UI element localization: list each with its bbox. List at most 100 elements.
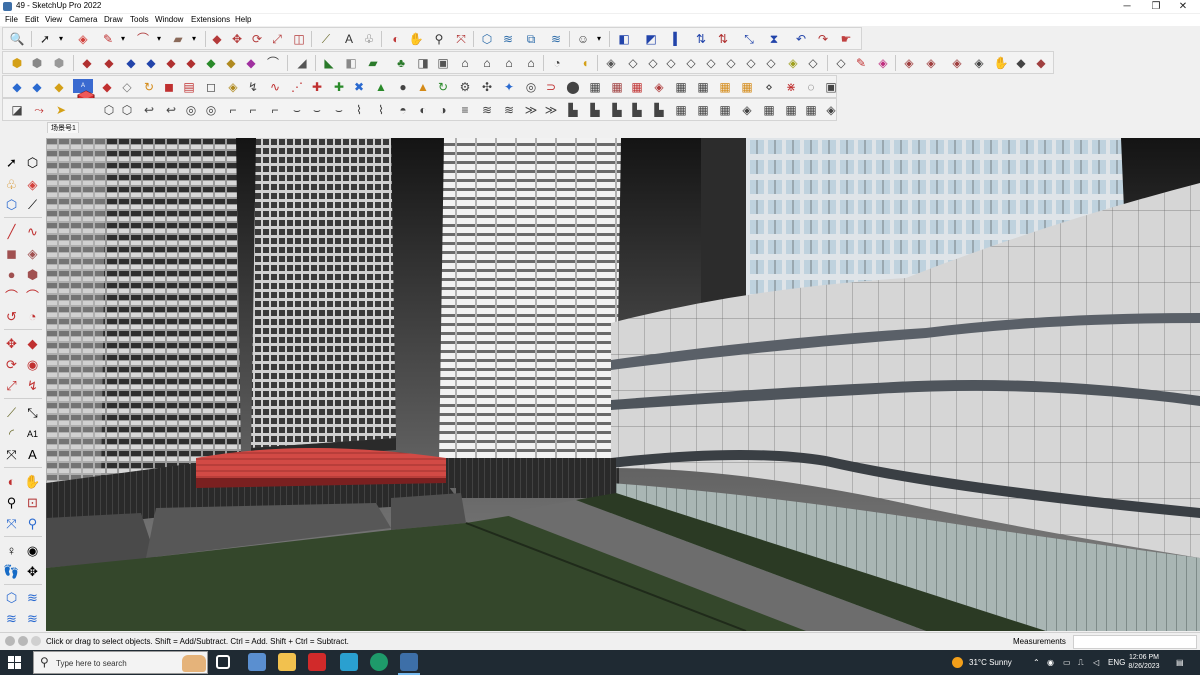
compass-icon[interactable]: ✣	[479, 79, 495, 95]
gray-ring-icon[interactable]: ◎	[523, 79, 539, 95]
model-info-icon[interactable]: ◣	[321, 55, 337, 71]
rect-left-icon[interactable]: ◼	[3, 245, 20, 262]
red-cross-icon[interactable]: ✚	[309, 79, 325, 95]
extrude-icon[interactable]: ◆	[101, 55, 117, 71]
undo-icon[interactable]: ↶	[793, 31, 809, 47]
move-icon[interactable]: ✥	[229, 31, 245, 47]
menu-window[interactable]: Window	[155, 15, 183, 24]
subtract-icon[interactable]: ⇅	[693, 31, 709, 47]
push-pull-left-icon[interactable]: ◆	[24, 335, 41, 352]
front-view-icon[interactable]: ⌂	[479, 55, 495, 71]
extrude-faces-icon[interactable]: ◆	[143, 55, 159, 71]
lasso-icon[interactable]: ◈	[603, 55, 619, 71]
hatch-6-icon[interactable]: ▦	[783, 102, 799, 118]
red-box-icon[interactable]: ◈	[901, 55, 917, 71]
union-icon[interactable]: ▍	[670, 31, 686, 47]
shape-6-icon[interactable]: ◇	[723, 55, 739, 71]
hatch-3-icon[interactable]: ▦	[717, 102, 733, 118]
iso-view-icon[interactable]: ⬢	[29, 55, 45, 71]
hook-icon[interactable]: ↩	[141, 102, 157, 118]
tray-volume-icon[interactable]: ◁	[1093, 650, 1099, 675]
chevron-down-icon[interactable]: ▾	[115, 31, 131, 47]
tray-chevron-icon[interactable]: ⌃	[1033, 650, 1040, 675]
beam-icon[interactable]: ▙	[565, 102, 581, 118]
text-label-icon[interactable]: A	[341, 31, 357, 47]
system-clock[interactable]: 12:06 PM 8/26/2023	[1124, 653, 1164, 671]
intersect-icon[interactable]: ◩	[643, 31, 659, 47]
walk-left-icon[interactable]: 👣	[3, 563, 20, 580]
beam-2-icon[interactable]: ▙	[587, 102, 603, 118]
arc-icon[interactable]: ⌒	[135, 31, 151, 47]
wave-icon[interactable]: ≋	[479, 102, 495, 118]
grid-2-icon[interactable]: ▦	[695, 79, 711, 95]
gray-dot-icon[interactable]: ⬤	[565, 79, 581, 95]
section-left-icon[interactable]: ✥	[24, 563, 41, 580]
sun-shadow-icon[interactable]: ◖	[577, 55, 593, 71]
close-button[interactable]: ✕	[1166, 0, 1200, 13]
shape-5-icon[interactable]: ◇	[703, 55, 719, 71]
gold-grid-icon[interactable]: ▦	[717, 79, 733, 95]
pencil-line-icon[interactable]: ✎	[100, 31, 116, 47]
extrude-edges-icon[interactable]: ◆	[123, 55, 139, 71]
task-view-icon[interactable]	[216, 655, 230, 669]
offset-left-icon[interactable]: ↯	[24, 377, 41, 394]
menu-tools[interactable]: Tools	[130, 15, 149, 24]
arc-3-icon[interactable]: ↺	[3, 308, 20, 325]
blue-face-icon[interactable]: ◆	[9, 79, 25, 95]
draw-face-icon[interactable]: ◪	[9, 102, 25, 118]
walk-icon[interactable]: ◔	[549, 55, 565, 71]
red-rows-icon[interactable]: ▤	[181, 79, 197, 95]
shape-10-icon[interactable]: ◇	[805, 55, 821, 71]
extrude-vector-icon[interactable]: ◆	[183, 55, 199, 71]
ext-warehouse-left-icon[interactable]: ≋	[3, 610, 20, 627]
rotate-icon[interactable]: ⟳	[249, 31, 265, 47]
blue-x-icon[interactable]: ✖	[351, 79, 367, 95]
measurements-input[interactable]	[1073, 635, 1197, 649]
dome-icon[interactable]: ◓	[395, 102, 411, 118]
beam-3-icon[interactable]: ▙	[609, 102, 625, 118]
eraser-icon[interactable]: ◈	[75, 31, 91, 47]
shape-4-icon[interactable]: ◇	[683, 55, 699, 71]
fredo-icon[interactable]: ◢	[294, 55, 310, 71]
push-pull-icon[interactable]: ◆	[79, 55, 95, 71]
3d-text-icon[interactable]: A	[24, 446, 41, 463]
red-curve-icon[interactable]: ∿	[267, 79, 283, 95]
warehouse-left-icon[interactable]: ⬡	[3, 589, 20, 606]
tape-left-icon[interactable]: ⟋	[3, 404, 20, 421]
hook-2-icon[interactable]: ↩	[163, 102, 179, 118]
hand-icon[interactable]: ✋	[993, 55, 1009, 71]
red-pen-icon[interactable]: ✎	[853, 55, 869, 71]
ring-icon[interactable]: ◎	[183, 102, 199, 118]
blob-icon[interactable]: ◐	[415, 102, 431, 118]
warehouse-icon[interactable]: ⬡	[3, 196, 20, 213]
hatch-icon[interactable]: ▦	[673, 102, 689, 118]
grid-icon[interactable]: ▦	[673, 79, 689, 95]
gold-grid-2-icon[interactable]: ▦	[739, 79, 755, 95]
extrude-normal-icon[interactable]: ◆	[163, 55, 179, 71]
zoom-window-icon[interactable]: ⊡	[24, 494, 41, 511]
text-left-icon[interactable]: A1	[24, 425, 41, 442]
push-pull-icon[interactable]: ◆	[209, 31, 225, 47]
zoom-tool-icon[interactable]: ⚲	[431, 31, 447, 47]
extrude-purple-icon[interactable]: ◆	[243, 55, 259, 71]
pink-eraser-icon[interactable]: ◈	[875, 55, 891, 71]
trim-icon[interactable]: ⇅	[715, 31, 731, 47]
green-rotate-icon[interactable]: ↻	[435, 79, 451, 95]
offset-icon[interactable]: ◫	[291, 31, 307, 47]
chevron-down-icon[interactable]: ▾	[591, 31, 607, 47]
geo-location-icon[interactable]	[5, 636, 15, 646]
tape-icon[interactable]: ⟋	[24, 196, 41, 213]
pan-icon[interactable]: ✋	[408, 31, 424, 47]
redo-icon[interactable]: ↷	[815, 31, 831, 47]
chevron-down-icon[interactable]: ▾	[151, 31, 167, 47]
dark-box-icon[interactable]: ◆	[1013, 55, 1029, 71]
select-tool-icon[interactable]: ➚	[37, 31, 53, 47]
menu-edit[interactable]: Edit	[25, 15, 39, 24]
stairs-icon[interactable]: ⌇	[351, 102, 367, 118]
gray-sphere-icon[interactable]: ●	[395, 79, 411, 95]
protractor-icon[interactable]: ◜	[3, 425, 20, 442]
arc-2-icon[interactable]: ⌒	[24, 287, 41, 304]
menu-camera[interactable]: Camera	[69, 15, 97, 24]
red-polyline-icon[interactable]: ⤳	[31, 102, 47, 118]
hatch-4-icon[interactable]: ◈	[739, 102, 755, 118]
